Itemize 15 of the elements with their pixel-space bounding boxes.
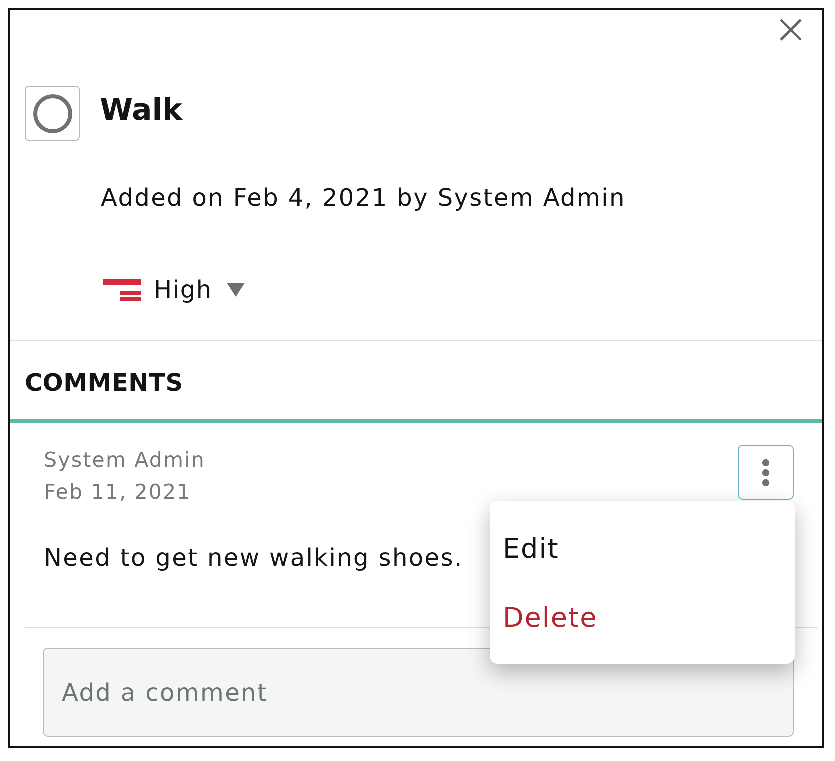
- vertical-dots-icon: [762, 458, 770, 486]
- comment-date: Feb 11, 2021: [44, 479, 192, 506]
- comments-heading: COMMENTS: [25, 369, 184, 397]
- comment-text: Need to get new walking shoes.: [44, 543, 464, 573]
- close-icon[interactable]: [779, 18, 803, 42]
- priority-dropdown[interactable]: High: [103, 275, 246, 305]
- priority-bars-icon: [103, 279, 141, 301]
- comment-author: System Admin: [44, 447, 206, 474]
- task-title: Walk: [100, 92, 182, 128]
- menu-item[interactable]: Edit: [490, 515, 795, 584]
- comment-input[interactable]: Add a comment: [43, 648, 794, 737]
- added-info: Added on Feb 4, 2021 by System Admin: [101, 183, 626, 213]
- complete-checkbox[interactable]: [25, 86, 80, 141]
- caret-icon: [227, 283, 246, 297]
- more-options-button[interactable]: [738, 445, 794, 500]
